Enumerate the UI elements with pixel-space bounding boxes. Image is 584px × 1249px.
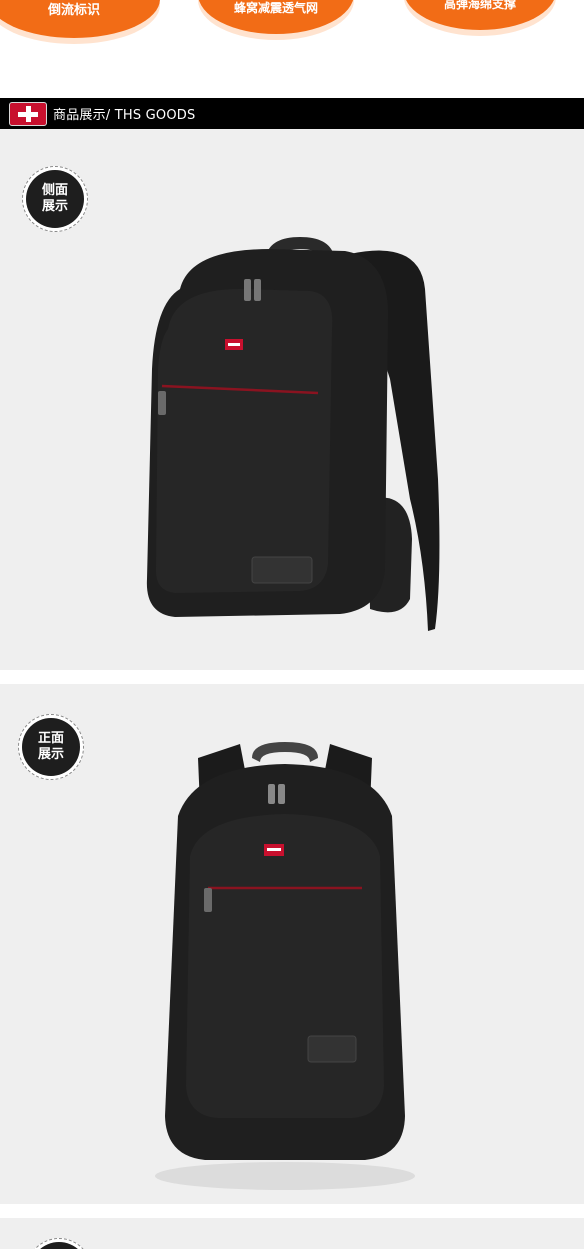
product-image-front-view: 正面 展示: [0, 684, 584, 1204]
feature-badge-sponge-support: 高弹海绵支撑: [404, 0, 556, 30]
view-badge-side: 侧面 展示: [22, 166, 88, 232]
view-badge-line2: 展示: [41, 199, 68, 214]
feature-badge-honeycomb-mesh: 蜂窝减震透气网: [198, 0, 354, 34]
view-badge-line2: 展示: [37, 747, 64, 762]
section-header-goods: 商品展示/ THS GOODS: [0, 98, 584, 129]
section-title: 商品展示/ THS GOODS: [53, 108, 196, 123]
view-badge-next: [26, 1238, 92, 1249]
view-badge-line1: 正面: [37, 731, 64, 746]
feature-badge-text: 高弹海绵支撑: [443, 0, 516, 11]
view-badge-line1: 侧面: [41, 183, 68, 198]
feature-badge-text: 倒流标识: [47, 3, 100, 18]
backpack-side-illustration: [146, 237, 440, 631]
view-badge-front: 正面 展示: [18, 714, 84, 780]
feature-badge-backflow-label: 倒流标识: [0, 0, 160, 38]
backpack-front-illustration: [155, 742, 415, 1190]
product-image-next-view: [0, 1218, 584, 1249]
product-image-side-view: 侧面 展示: [0, 129, 584, 670]
feature-badge-text: 蜂窝减震透气网: [233, 1, 318, 15]
swiss-flag-icon: [9, 101, 47, 126]
